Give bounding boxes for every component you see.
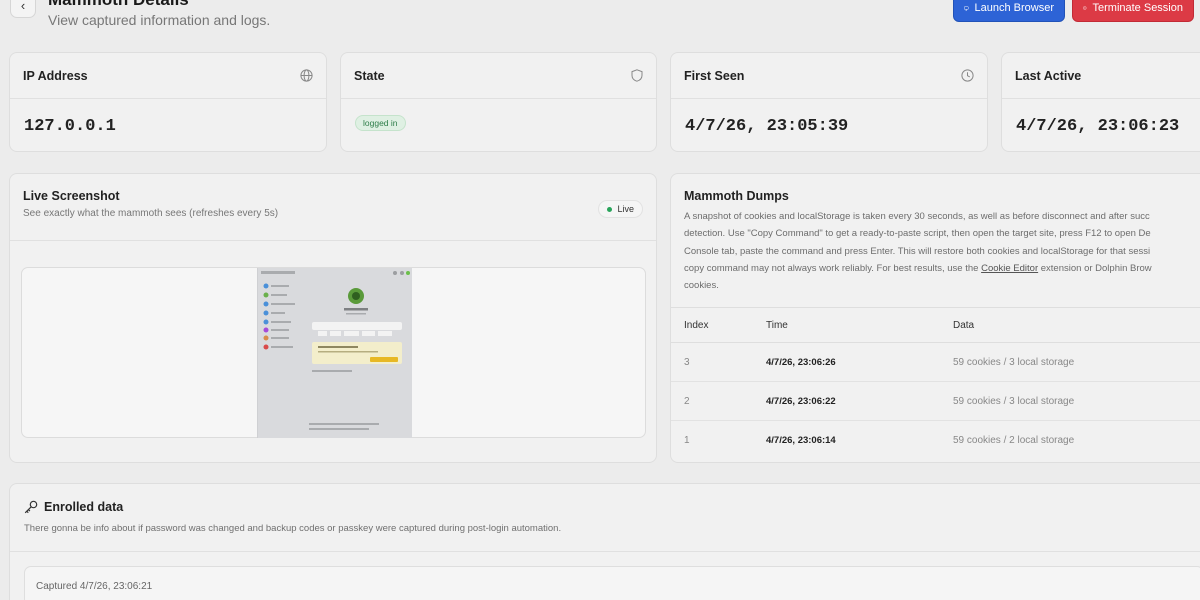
launch-browser-button[interactable]: Launch Browser — [953, 0, 1065, 22]
divider — [10, 551, 1200, 552]
dumps-desc-text: copy command may not always work reliabl… — [684, 262, 982, 274]
live-screenshot-title: Live Screenshot — [23, 189, 120, 203]
column-header-index: Index — [684, 319, 709, 331]
chevron-left-icon: ‹ — [20, 0, 26, 13]
last-active-label: Last Active — [1015, 68, 1082, 83]
first-seen-value: 4/7/26, 23:05:39 — [685, 117, 849, 136]
key-icon — [24, 500, 38, 514]
enrolled-title: Enrolled data — [44, 500, 124, 514]
row-time: 4/7/26, 23:06:14 — [766, 435, 836, 447]
clock-icon — [961, 69, 974, 82]
cookie-editor-link[interactable]: Cookie Editor — [981, 263, 1038, 274]
row-time: 4/7/26, 23:06:22 — [766, 395, 836, 407]
first-seen-label: First Seen — [684, 68, 745, 83]
screenshot-thumbnail — [257, 268, 412, 438]
first-seen-card: First Seen 4/7/26, 23:05:39 — [670, 52, 988, 152]
globe-icon — [300, 69, 313, 82]
terminate-session-label: Terminate Session — [1092, 2, 1184, 14]
row-index: 1 — [684, 435, 690, 447]
page-title: Mammoth Details — [48, 0, 189, 10]
dumps-desc-line: A snapshot of cookies and localStorage i… — [684, 211, 1150, 222]
launch-browser-label: Launch Browser — [974, 2, 1055, 14]
monitor-icon — [964, 5, 969, 11]
dumps-title: Mammoth Dumps — [684, 189, 789, 203]
table-row[interactable]: 1 4/7/26, 23:06:14 59 cookies / 2 local … — [671, 421, 1200, 460]
dumps-desc-line: copy command may not always work reliabl… — [671, 260, 1200, 277]
row-data: 59 cookies / 2 local storage — [953, 435, 1075, 447]
screenshot-frame[interactable] — [21, 267, 646, 438]
state-label: State — [354, 68, 385, 83]
captured-timestamp: Captured 4/7/26, 23:06:21 — [36, 581, 153, 592]
column-header-data: Data — [953, 319, 975, 331]
shield-icon — [631, 69, 643, 82]
row-data: 59 cookies / 3 local storage — [953, 395, 1075, 407]
screenshot-image — [258, 268, 412, 438]
ip-address-value: 127.0.0.1 — [24, 117, 116, 136]
live-dot-icon — [607, 206, 613, 212]
dumps-desc-line: detection. Use "Copy Command" to get a r… — [684, 228, 1151, 240]
dumps-desc-line: Console tab, paste the command and press… — [684, 245, 1151, 257]
live-badge: Live — [598, 200, 643, 218]
row-data: 59 cookies / 3 local storage — [953, 356, 1075, 368]
live-badge-label: Live — [617, 204, 634, 214]
dumps-desc-line: cookies. — [684, 280, 719, 292]
dumps-table-header: Index Time Data — [671, 307, 1200, 344]
captured-entry[interactable]: Captured 4/7/26, 23:06:21 — [24, 566, 1200, 600]
enrolled-data-card: Enrolled data There gonna be info about … — [9, 483, 1200, 600]
live-screenshot-subtitle: See exactly what the mammoth sees (refre… — [23, 208, 279, 219]
ip-address-card: IP Address 127.0.0.1 — [9, 52, 327, 152]
dumps-table: Index Time Data 3 4/7/26, 23:06:26 59 co… — [671, 307, 1200, 460]
ip-address-label: IP Address — [23, 68, 88, 83]
table-row[interactable]: 3 4/7/26, 23:06:26 59 cookies / 3 local … — [671, 343, 1200, 383]
column-header-time: Time — [766, 319, 788, 331]
table-row[interactable]: 2 4/7/26, 23:06:22 59 cookies / 3 local … — [671, 382, 1200, 422]
state-card: State logged in — [340, 52, 657, 152]
row-index: 3 — [684, 356, 690, 368]
dumps-desc-text: extension or Dolphin Brow — [1038, 262, 1152, 274]
row-index: 2 — [684, 395, 690, 407]
row-time: 4/7/26, 23:06:26 — [766, 356, 836, 368]
last-active-card: Last Active 4/7/26, 23:06:23 — [1001, 52, 1200, 152]
terminate-session-button[interactable]: Terminate Session — [1072, 0, 1194, 22]
live-screenshot-card: Live Screenshot See exactly what the mam… — [9, 173, 657, 463]
dumps-description: A snapshot of cookies and localStorage i… — [671, 208, 1200, 294]
x-circle-icon — [1083, 6, 1087, 10]
state-status-badge: logged in — [355, 115, 406, 131]
enrolled-title-row: Enrolled data — [24, 500, 1196, 514]
mammoth-dumps-card: Mammoth Dumps A snapshot of cookies and … — [670, 173, 1200, 463]
enrolled-subtitle: There gonna be info about if password wa… — [24, 523, 562, 534]
page-subtitle: View captured information and logs. — [48, 12, 271, 28]
last-active-value: 4/7/26, 23:06:23 — [1016, 117, 1180, 136]
back-button[interactable]: ‹ — [10, 0, 36, 18]
